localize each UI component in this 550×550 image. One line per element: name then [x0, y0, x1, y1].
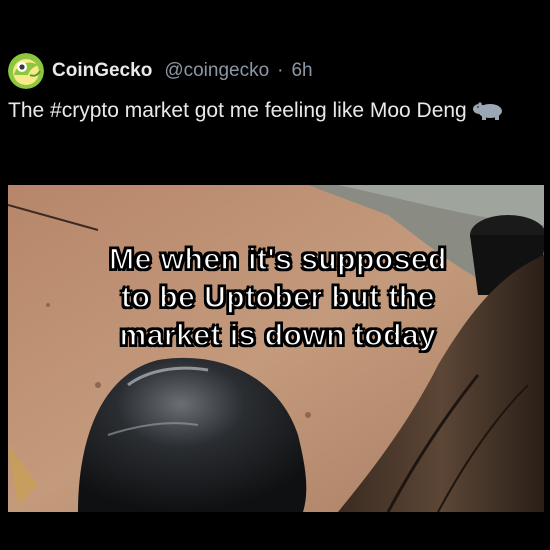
tweet-text-prefix: The: [8, 99, 51, 122]
meta-separator: ·: [277, 60, 284, 81]
author-name[interactable]: CoinGecko: [52, 60, 152, 82]
tweet: CoinGecko @coingecko · 6h The #crypto ma…: [0, 0, 550, 550]
meme-caption-line: market is down today: [119, 318, 437, 353]
hippo-icon: [472, 99, 505, 121]
meme-caption-line: to be Uptober but the: [120, 280, 435, 315]
avatar[interactable]: [8, 53, 44, 89]
hashtag-link[interactable]: #crypto: [50, 99, 119, 122]
tweet-text-suffix: market got me feeling like Moo Deng: [118, 99, 467, 122]
author-handle[interactable]: @coingecko: [164, 60, 269, 82]
tweet-text: The #crypto market got me feeling like M…: [8, 96, 528, 126]
meme-caption: Me when it's supposed to be Uptober but …: [68, 241, 488, 355]
gecko-logo-icon: [8, 53, 44, 89]
tweet-header: CoinGecko @coingecko · 6h: [8, 52, 313, 90]
meme-caption-line: Me when it's supposed: [108, 242, 447, 277]
post-media-image[interactable]: Me when it's supposed to be Uptober but …: [8, 185, 544, 512]
post-timestamp[interactable]: 6h: [291, 60, 312, 82]
